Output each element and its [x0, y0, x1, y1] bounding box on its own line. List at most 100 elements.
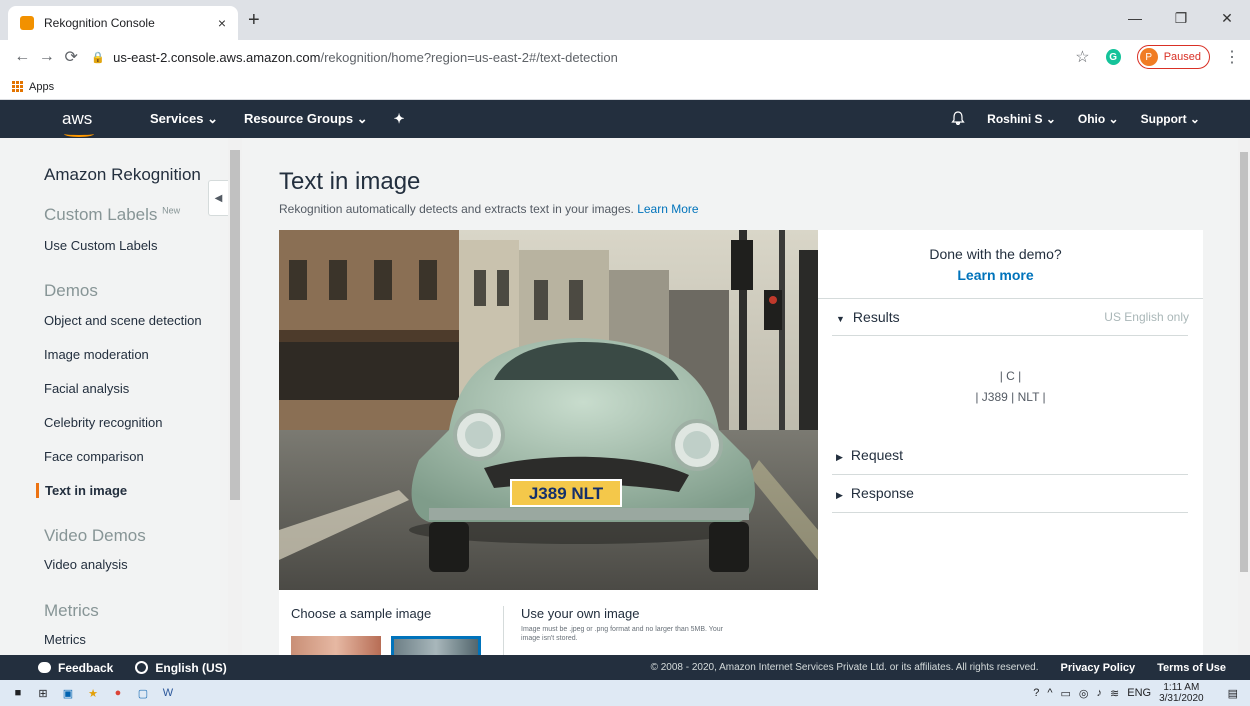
sidebar-item-facial-analysis[interactable]: Facial analysis	[44, 381, 129, 396]
results-language-note: US English only	[1104, 310, 1189, 324]
sidebar-title[interactable]: Amazon Rekognition	[44, 165, 201, 185]
wifi-icon[interactable]: ≋	[1110, 687, 1119, 700]
aws-favicon-icon	[20, 16, 34, 30]
divider	[832, 335, 1188, 336]
browser-tab-bar: Rekognition Console × + — ❐ ✕	[0, 0, 1250, 40]
copyright-text: © 2008 - 2020, Amazon Internet Services …	[650, 662, 1039, 673]
browser-menu-icon[interactable]: ⋮	[1224, 47, 1240, 67]
results-toggle[interactable]: ▼ Results	[836, 309, 900, 325]
store-icon[interactable]: ▣	[61, 686, 75, 700]
pinned-star-icon[interactable]: ★	[86, 686, 100, 700]
bookmark-star-icon[interactable]: ☆	[1075, 47, 1089, 67]
learn-more-link[interactable]: Learn More	[637, 202, 698, 216]
main-scrollbar[interactable]	[1238, 138, 1250, 655]
volume-icon[interactable]: ♪	[1097, 687, 1103, 699]
sidebar-item-use-custom-labels[interactable]: Use Custom Labels	[44, 238, 157, 253]
custom-labels-header: Custom Labels New	[44, 205, 180, 225]
reload-icon[interactable]: ⟳	[59, 47, 83, 67]
new-tab-button[interactable]: +	[248, 9, 260, 32]
region-menu[interactable]: Ohio ⌄	[1078, 112, 1119, 126]
word-icon[interactable]: W	[161, 686, 175, 700]
sidebar-item-face-comparison[interactable]: Face comparison	[44, 449, 144, 464]
sample-image-header: Choose a sample image	[291, 606, 432, 621]
own-image-header[interactable]: Use your own image	[521, 606, 640, 621]
license-plate-text: J389 NLT	[529, 484, 604, 503]
notifications-icon[interactable]: ▤	[1228, 687, 1238, 700]
sidebar-collapse-button[interactable]: ◀	[208, 180, 228, 216]
detected-text-line-2: | J389 | NLT |	[975, 390, 1046, 404]
sample-thumbnail-selected[interactable]	[391, 636, 481, 655]
close-window-icon[interactable]: ✕	[1204, 0, 1250, 36]
caret-right-icon: ▶	[836, 490, 843, 500]
back-icon[interactable]: ←	[10, 48, 34, 66]
address-bar: ← → ⟳ 🔒 us-east-2.console.aws.amazon.com…	[0, 40, 1250, 74]
help-icon[interactable]: ?	[1033, 687, 1039, 699]
done-demo-text: Done with the demo?	[929, 246, 1062, 262]
feedback-button[interactable]: Feedback	[38, 661, 113, 675]
app-icon[interactable]: ▢	[136, 686, 150, 700]
lock-icon: 🔒	[91, 51, 106, 64]
browser-tab[interactable]: Rekognition Console ×	[8, 6, 238, 40]
sample-thumbnail[interactable]	[291, 636, 381, 655]
url-input[interactable]: 🔒 us-east-2.console.aws.amazon.com/rekog…	[91, 43, 1051, 71]
sidebar-scroll-thumb[interactable]	[230, 150, 240, 500]
network-icon[interactable]: ◎	[1079, 687, 1089, 700]
page-title: Text in image	[279, 168, 421, 195]
sidebar: Amazon Rekognition ◀ Custom Labels New U…	[0, 138, 228, 655]
chrome-icon[interactable]: ●	[111, 686, 125, 700]
language-selector[interactable]: English (US)	[135, 660, 227, 675]
input-language[interactable]: ENG	[1127, 687, 1151, 699]
divider	[832, 474, 1188, 475]
resource-groups-menu[interactable]: Resource Groups ⌄	[244, 111, 368, 127]
results-learn-more-link[interactable]: Learn more	[818, 267, 1173, 283]
clock[interactable]: 1:11 AM 3/31/2020	[1159, 682, 1212, 704]
sidebar-item-object-scene[interactable]: Object and scene detection	[44, 313, 202, 328]
bell-icon	[951, 110, 965, 125]
user-menu[interactable]: Roshini S ⌄	[987, 112, 1056, 126]
sidebar-item-text-in-image[interactable]: Text in image	[36, 483, 127, 498]
pin-icon[interactable]: ✦	[394, 111, 405, 127]
notifications-bell-icon[interactable]	[951, 110, 965, 128]
apps-grid-icon	[12, 81, 23, 92]
forward-icon[interactable]: →	[34, 48, 58, 66]
clock-time: 1:11 AM	[1163, 682, 1200, 693]
sidebar-item-image-moderation[interactable]: Image moderation	[44, 347, 149, 362]
sidebar-scrollbar[interactable]	[228, 138, 242, 655]
grammarly-extension-icon[interactable]: G	[1105, 49, 1121, 65]
profile-button[interactable]: P Paused	[1136, 45, 1211, 69]
sidebar-item-metrics[interactable]: Metrics	[44, 632, 86, 647]
tray-chevron-icon[interactable]: ^	[1047, 687, 1052, 699]
new-badge: New	[162, 205, 181, 216]
language-label: English (US)	[155, 660, 227, 675]
demos-header: Demos	[44, 281, 98, 300]
own-image-note: Image must be .jpeg or .png format and n…	[521, 626, 723, 642]
minimize-icon[interactable]: —	[1112, 0, 1158, 36]
tab-close-icon[interactable]: ×	[218, 15, 226, 31]
terms-of-use-link[interactable]: Terms of Use	[1157, 662, 1226, 674]
caret-down-icon: ▼	[836, 314, 845, 324]
privacy-policy-link[interactable]: Privacy Policy	[1061, 662, 1136, 674]
aws-top-nav: aws Services ⌄ Resource Groups ⌄ ✦ Roshi…	[0, 100, 1250, 138]
services-menu[interactable]: Services ⌄	[150, 111, 218, 127]
response-toggle[interactable]: ▶ Response	[836, 485, 914, 501]
main-scroll-thumb[interactable]	[1240, 152, 1248, 572]
demo-image: J389 NLT	[279, 230, 818, 590]
support-menu[interactable]: Support ⌄	[1141, 112, 1200, 126]
windows-taskbar: ■ ⊞ ▣ ★ ● ▢ W ? ^ ▭ ◎ ♪ ≋ ENG 1:11 AM 3/3…	[0, 680, 1250, 706]
windows-start-icon[interactable]: ■	[11, 686, 25, 700]
restore-icon[interactable]: ❐	[1158, 0, 1204, 36]
battery-icon[interactable]: ▭	[1061, 687, 1071, 700]
sample-image-panel: Choose a sample image Use your own image…	[279, 590, 818, 655]
custom-labels-header-text: Custom Labels	[44, 205, 158, 224]
task-view-icon[interactable]: ⊞	[36, 686, 50, 700]
divider	[818, 298, 1203, 299]
sidebar-item-celebrity-recognition[interactable]: Celebrity recognition	[44, 415, 163, 430]
system-tray: ? ^ ▭ ◎ ♪ ≋ ENG 1:11 AM 3/31/2020 ▤	[1033, 680, 1250, 706]
sidebar-item-video-analysis[interactable]: Video analysis	[44, 557, 128, 572]
bookmarks-bar: Apps	[0, 74, 1250, 100]
feedback-bubble-icon	[38, 662, 51, 673]
aws-logo[interactable]: aws	[62, 109, 100, 137]
request-toggle[interactable]: ▶ Request	[836, 447, 903, 463]
globe-icon	[135, 661, 149, 674]
apps-bookmark[interactable]: Apps	[29, 81, 54, 93]
